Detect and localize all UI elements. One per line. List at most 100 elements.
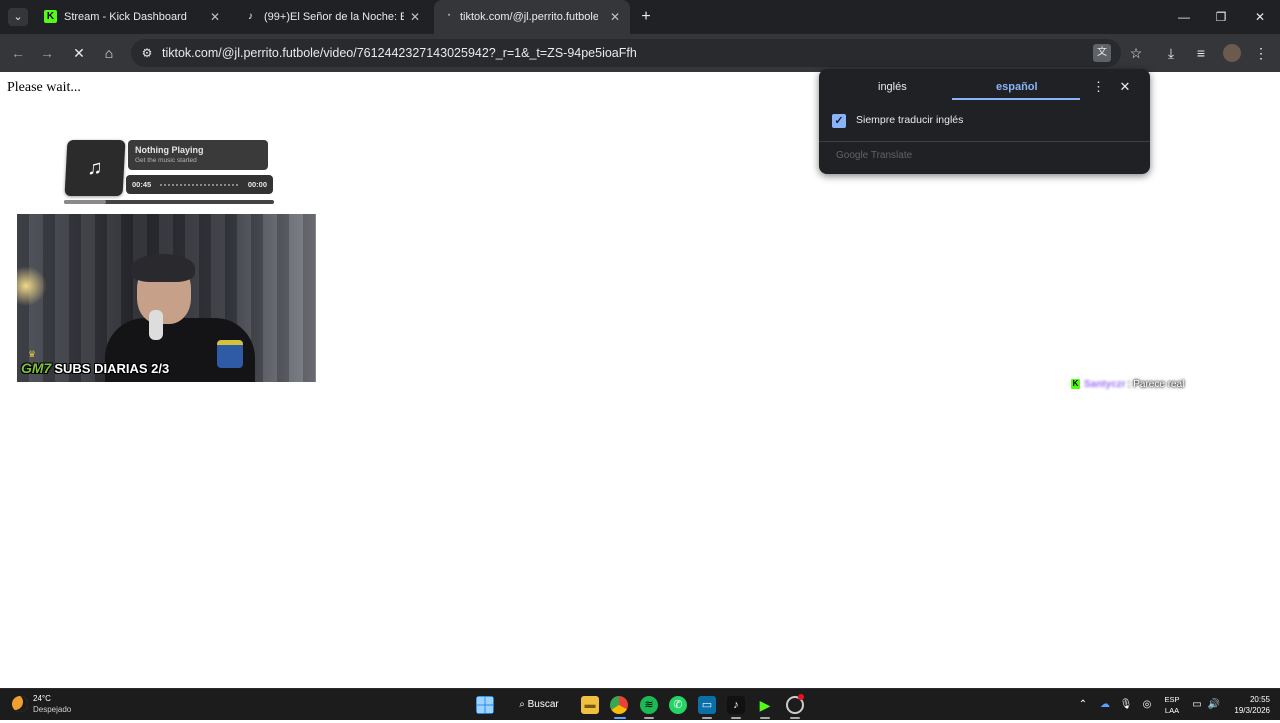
- chat-text: : Parece real: [1127, 379, 1185, 390]
- spotify-icon[interactable]: ≋: [640, 696, 658, 714]
- site-info-icon[interactable]: ⚙: [139, 45, 155, 61]
- music-info-panel: Nothing Playing Get the music started: [128, 140, 268, 170]
- music-timeline: 00:45 00:00: [126, 175, 273, 194]
- tab-title: Stream - Kick Dashboard: [64, 11, 187, 23]
- lang-code: ESP: [1164, 695, 1180, 704]
- tab-tiktok-video[interactable]: ⠂ tiktok.com/@jl.perrito.futbole/v ✕: [434, 0, 630, 34]
- minimize-icon[interactable]: —: [1175, 8, 1193, 26]
- search-icon: ⌕: [519, 699, 525, 710]
- gm7-logo: GM7: [21, 360, 52, 376]
- app-running-indicator: [702, 717, 712, 719]
- music-note-icon: ♫: [64, 140, 126, 196]
- translate-icon[interactable]: 文: [1093, 44, 1111, 62]
- new-tab-button[interactable]: +: [637, 8, 655, 26]
- volume-icon[interactable]: 🔊: [1207, 698, 1221, 712]
- chat-username: Santyczr: [1084, 379, 1126, 390]
- loading-status-text: Please wait...: [7, 80, 81, 95]
- microphone: [149, 310, 163, 340]
- tiktok-running-indicator: [731, 717, 741, 719]
- kick-badge-icon: K: [1071, 379, 1080, 390]
- browser-toolbar: ← → ✕ ⌂ ⚙ tiktok.com/@jl.perrito.futbole…: [0, 34, 1280, 72]
- kick-app-icon[interactable]: ▶: [756, 696, 774, 714]
- profile-avatar[interactable]: [1223, 44, 1241, 62]
- music-time-total: 00:00: [247, 180, 267, 189]
- mate-cup: [217, 340, 243, 368]
- display-icon[interactable]: ▭: [1190, 698, 1204, 712]
- music-waveform: [160, 184, 238, 186]
- translate-popup: inglés español ⋮ ✕ ✓ Siempre traducir in…: [819, 69, 1150, 174]
- media-control-icon[interactable]: ≡: [1192, 44, 1210, 62]
- chrome-icon[interactable]: [610, 696, 628, 714]
- moon-weather-icon[interactable]: [12, 696, 28, 712]
- tab-close-icon[interactable]: ✕: [408, 10, 422, 24]
- translate-options-icon[interactable]: ⋮: [1092, 79, 1105, 95]
- app-icon[interactable]: ▭: [698, 696, 716, 714]
- obs-running-indicator: [790, 717, 800, 719]
- clock-date: 19/3/2026: [1234, 706, 1270, 715]
- lang-region: LAA: [1164, 706, 1180, 715]
- tab-search-chevron-icon[interactable]: ⌄: [8, 8, 28, 26]
- download-icon[interactable]: ⤓: [1162, 44, 1180, 62]
- tab-source-language[interactable]: inglés: [878, 81, 907, 93]
- weather-description[interactable]: Despejado: [33, 705, 71, 714]
- onedrive-icon[interactable]: ☁: [1098, 698, 1112, 712]
- chat-message: K Santyczr: Parece real: [1071, 379, 1184, 393]
- subs-counter: SUBS DIARIAS 2/3: [54, 361, 170, 376]
- url-text[interactable]: tiktok.com/@jl.perrito.futbole/video/761…: [162, 46, 637, 60]
- tray-overflow-chevron-icon[interactable]: ⌃: [1076, 698, 1090, 712]
- tab-strip: ⌄ K Stream - Kick Dashboard ✕ ♪ (99+)El …: [0, 0, 1280, 34]
- tab-tiktok-live[interactable]: ♪ (99+)El Señor de la Noche: Edic ✕: [234, 0, 430, 34]
- translate-close-icon[interactable]: ✕: [1118, 79, 1132, 95]
- chrome-active-indicator: [614, 717, 626, 719]
- kick-favicon-icon: K: [44, 10, 57, 23]
- input-language[interactable]: ESP LAA: [1162, 694, 1182, 716]
- restore-icon[interactable]: ❐: [1212, 8, 1230, 26]
- music-title: Nothing Playing: [135, 145, 204, 155]
- music-progress-fill: [64, 200, 106, 204]
- stop-loading-icon[interactable]: ✕: [70, 44, 88, 62]
- kick-running-indicator: [760, 717, 770, 719]
- crown-icon: ♛: [28, 349, 37, 359]
- loading-favicon-icon: ⠂: [446, 11, 455, 22]
- tiktok-favicon-icon: ♪: [248, 11, 253, 22]
- close-window-icon[interactable]: ✕: [1251, 8, 1269, 26]
- tab-close-icon[interactable]: ✕: [608, 10, 622, 24]
- webcam-overlay-text: GM7 SUBS DIARIAS 2/3: [21, 360, 169, 376]
- recording-dot: [798, 694, 804, 700]
- tab-kick-dashboard[interactable]: K Stream - Kick Dashboard ✕: [34, 0, 230, 34]
- spotify-running-indicator: [644, 717, 654, 719]
- music-subtitle: Get the music started: [135, 157, 197, 164]
- windows-logo-icon: [477, 697, 493, 713]
- microphone-icon[interactable]: 🎙: [1119, 698, 1133, 712]
- music-time-elapsed: 00:45: [132, 180, 152, 189]
- address-bar[interactable]: ⚙ tiktok.com/@jl.perrito.futbole/video/7…: [131, 39, 1142, 67]
- back-arrow-icon[interactable]: ←: [9, 44, 27, 62]
- tab-title: (99+)El Señor de la Noche: Edic: [264, 11, 404, 23]
- webcam-lamp: [17, 266, 47, 306]
- forward-arrow-icon[interactable]: →: [38, 44, 56, 62]
- tab-close-icon[interactable]: ✕: [208, 10, 222, 24]
- music-player-widget: ♫ Nothing Playing Get the music started …: [60, 136, 280, 208]
- windows-start-icon[interactable]: [476, 696, 494, 714]
- always-translate-label[interactable]: Siempre traducir inglés: [856, 114, 963, 126]
- tiktok-icon[interactable]: ♪: [727, 696, 745, 714]
- whatsapp-icon[interactable]: ✆: [669, 696, 687, 714]
- tab-target-language[interactable]: español: [996, 81, 1038, 93]
- webcam-feed: ♛ GM7 SUBS DIARIAS 2/3: [17, 214, 316, 382]
- home-icon[interactable]: ⌂: [100, 44, 118, 62]
- kebab-menu-icon[interactable]: ⋮: [1252, 44, 1270, 62]
- music-progress-bar: [64, 200, 274, 204]
- network-icon[interactable]: ◎: [1140, 698, 1154, 712]
- webcam-person-hair: [131, 254, 195, 282]
- bookmark-star-icon[interactable]: ☆: [1127, 44, 1145, 62]
- clock-time: 20:55: [1249, 695, 1270, 704]
- taskbar-search-button[interactable]: ⌕ Buscar: [508, 695, 570, 715]
- windows-taskbar: 24°C Despejado ⌕ Buscar ▬ ≋ ✆ ▭ ♪ ▶ ⌃ ☁ …: [0, 688, 1280, 720]
- weather-temperature[interactable]: 24°C: [33, 694, 51, 703]
- system-clock[interactable]: 20:55 19/3/2026: [1226, 694, 1270, 716]
- tab-title: tiktok.com/@jl.perrito.futbole/v: [460, 11, 598, 23]
- divider: [819, 141, 1150, 142]
- always-translate-checkbox[interactable]: ✓: [832, 114, 846, 128]
- google-translate-logo: Google Translate: [836, 150, 913, 161]
- file-explorer-icon[interactable]: ▬: [581, 696, 599, 714]
